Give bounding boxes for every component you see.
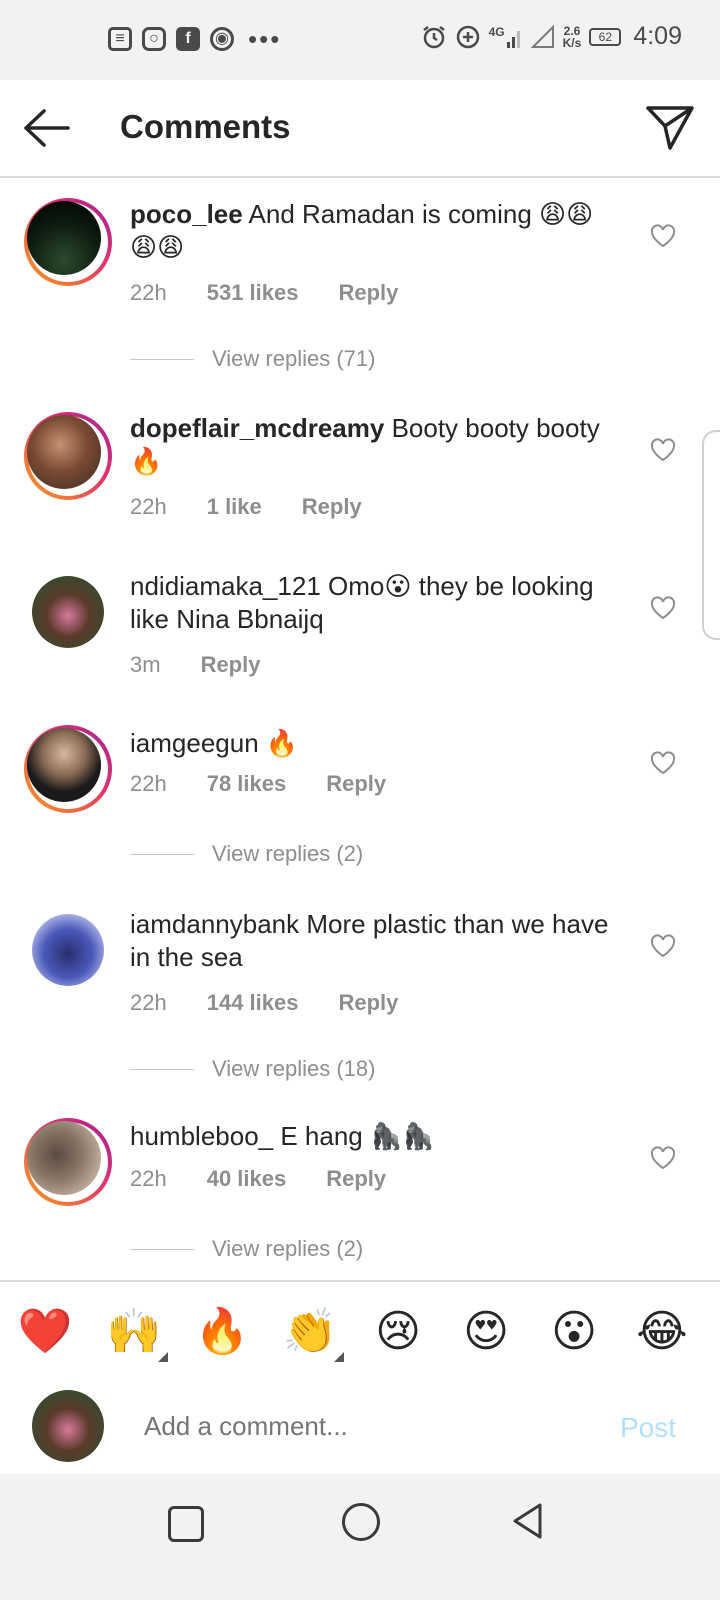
likes-count[interactable]: 1 like — [207, 494, 262, 520]
emoji-joy[interactable]: 😂 — [634, 1304, 690, 1360]
comment-text: poco_lee And Ramadan is coming 😩😩😩😩 — [130, 198, 620, 264]
back-arrow-icon[interactable] — [22, 108, 72, 148]
comment-meta: 22h 40 likes Reply — [130, 1166, 386, 1192]
comment-time: 22h — [130, 1166, 167, 1191]
comment-username[interactable]: dopeflair_mcdreamy — [130, 413, 384, 443]
comment-body: E hang 🦍🦍 — [280, 1121, 435, 1151]
comment-time: 22h — [130, 771, 167, 796]
emoji-clapping[interactable]: 👏 — [282, 1304, 338, 1360]
more-dots-icon: ••• — [248, 24, 282, 54]
back-triangle-icon[interactable] — [510, 1502, 546, 1540]
comment-text: humbleboo_ E hang 🦍🦍 — [130, 1120, 620, 1153]
heart-icon[interactable] — [650, 934, 676, 958]
post-button[interactable]: Post — [620, 1412, 676, 1444]
comment-username[interactable]: iamgeegun — [130, 728, 259, 758]
avatar[interactable] — [24, 1118, 112, 1206]
news-icon: ≡ — [108, 27, 132, 51]
heart-icon[interactable] — [650, 438, 676, 462]
reply-button[interactable]: Reply — [326, 771, 386, 797]
system-nav-bar — [0, 1474, 720, 1600]
scroll-handle[interactable] — [702, 430, 720, 640]
avatar[interactable] — [24, 198, 112, 286]
comment-text: dopeflair_mcdreamy Booty booty booty 🔥 — [130, 412, 620, 478]
my-avatar — [32, 1390, 104, 1462]
reply-button[interactable]: Reply — [302, 494, 362, 520]
comment-username[interactable]: iamdannybank — [130, 909, 299, 939]
signal-icon: 4G — [489, 26, 523, 48]
comment-time: 22h — [130, 494, 167, 519]
comment-time: 22h — [130, 990, 167, 1015]
heart-icon[interactable] — [650, 596, 676, 620]
comment-meta: 22h 78 likes Reply — [130, 771, 386, 797]
comment-meta: 22h 531 likes Reply — [130, 280, 398, 306]
view-replies-button[interactable]: View replies (18) — [130, 1056, 375, 1082]
network-speed: 2.6 K/s — [562, 23, 582, 50]
heart-icon[interactable] — [650, 224, 676, 248]
comment-time: 3m — [130, 652, 161, 677]
comment-text: ndidiamaka_121 Omo😮 they be looking like… — [130, 570, 620, 636]
facebook-icon: f — [176, 27, 200, 51]
comment-body: 🔥 — [265, 728, 299, 758]
status-bar: ≡ ○ f ◉ ••• 4G 2.6 K/s 62 4:09 — [0, 0, 720, 80]
comment-time: 22h — [130, 280, 167, 305]
chrome-icon: ◉ — [210, 27, 234, 51]
heart-icon[interactable] — [650, 751, 676, 775]
alarm-icon — [422, 25, 445, 48]
wifi-icon — [530, 24, 554, 48]
emoji-fire[interactable]: 🔥 — [194, 1304, 250, 1360]
skin-tone-indicator — [158, 1352, 168, 1362]
avatar[interactable] — [24, 725, 112, 813]
comment-text: iamdannybank More plastic than we have i… — [130, 908, 620, 974]
page-title: Comments — [120, 108, 291, 145]
emoji-quick-bar: ❤️ 🙌 🔥 👏 😢 😍 😮 😂 — [0, 1280, 720, 1380]
comment-meta: 22h 1 like Reply — [130, 494, 362, 520]
data-saver-icon — [456, 25, 479, 48]
comment-text: iamgeegun 🔥 — [130, 727, 620, 760]
avatar[interactable] — [24, 412, 112, 500]
likes-count[interactable]: 40 likes — [207, 1166, 287, 1192]
emoji-heart[interactable]: ❤️ — [17, 1304, 73, 1360]
emoji-surprised[interactable]: 😮 — [546, 1304, 602, 1360]
instagram-icon: ○ — [142, 27, 166, 51]
heart-icon[interactable] — [650, 1146, 676, 1170]
skin-tone-indicator — [334, 1352, 344, 1362]
top-app-bar: Comments — [0, 80, 720, 178]
battery-icon: 62 — [589, 27, 622, 46]
likes-count[interactable]: 144 likes — [207, 990, 299, 1016]
comment-composer: Post — [0, 1378, 720, 1474]
likes-count[interactable]: 531 likes — [207, 280, 299, 306]
reply-button[interactable]: Reply — [338, 280, 398, 306]
avatar[interactable] — [32, 576, 104, 648]
emoji-raising-hands[interactable]: 🙌 — [106, 1304, 162, 1360]
comment-meta: 3m Reply — [130, 652, 260, 678]
comment-username[interactable]: humbleboo_ — [130, 1121, 273, 1151]
avatar[interactable] — [32, 914, 104, 986]
comment-username[interactable]: poco_lee — [130, 199, 243, 229]
comment-username[interactable]: ndidiamaka_121 — [130, 571, 321, 601]
view-replies-button[interactable]: View replies (2) — [130, 841, 363, 867]
reply-button[interactable]: Reply — [338, 990, 398, 1016]
recents-square-icon[interactable] — [168, 1506, 204, 1542]
home-circle-icon[interactable] — [342, 1503, 380, 1541]
emoji-heart-eyes[interactable]: 😍 — [458, 1304, 514, 1360]
comment-meta: 22h 144 likes Reply — [130, 990, 398, 1016]
view-replies-button[interactable]: View replies (71) — [130, 346, 375, 372]
clock: 4:09 — [633, 22, 682, 50]
reply-button[interactable]: Reply — [201, 652, 261, 678]
reply-button[interactable]: Reply — [326, 1166, 386, 1192]
emoji-crying[interactable]: 😢 — [370, 1304, 426, 1360]
view-replies-button[interactable]: View replies (2) — [130, 1236, 363, 1262]
likes-count[interactable]: 78 likes — [207, 771, 287, 797]
add-comment-input[interactable] — [142, 1410, 566, 1443]
direct-send-icon[interactable] — [644, 102, 696, 152]
